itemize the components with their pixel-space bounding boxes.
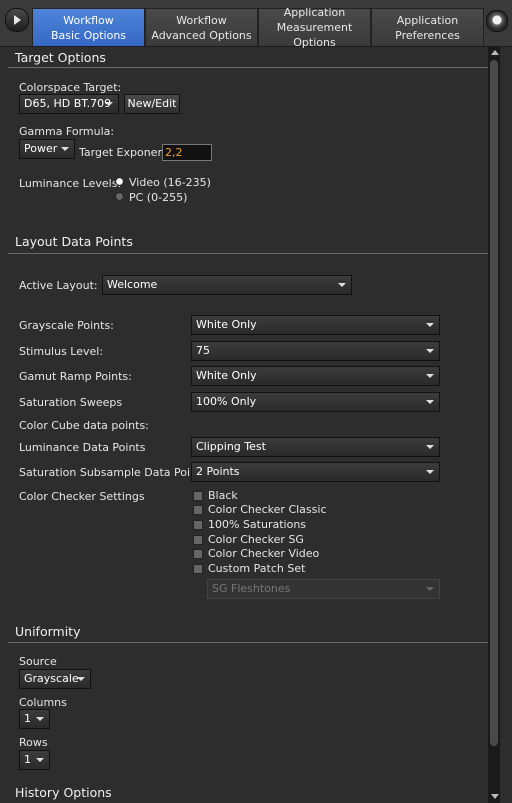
tab-bar: Workflow Basic Options Workflow Advanced… <box>0 0 512 49</box>
tab-application-preferences[interactable]: Application Preferences <box>371 8 484 46</box>
section-title-history-options: History Options <box>15 785 112 800</box>
chevron-down-icon <box>36 717 44 721</box>
gamut-ramp-points-dropdown[interactable]: White Only <box>191 366 440 386</box>
dropdown-value: 1 <box>24 753 31 766</box>
tab-line1: Application <box>396 13 459 27</box>
active-layout-dropdown[interactable]: Welcome <box>102 275 352 295</box>
source-dropdown[interactable]: Grayscale <box>19 669 91 689</box>
gamut-ramp-points-label: Gamut Ramp Points: <box>19 370 132 383</box>
radio-pc-label: PC (0-255) <box>129 191 188 204</box>
saturation-subsample-dropdown[interactable]: 2 Points <box>191 462 440 482</box>
scrollbar-thumb[interactable] <box>490 60 498 746</box>
dropdown-value: White Only <box>196 369 257 382</box>
dropdown-value: 100% Only <box>196 395 257 408</box>
stimulus-level-dropdown[interactable]: 75 <box>191 341 440 361</box>
dropdown-value: 1 <box>24 712 31 725</box>
luminance-data-points-label: Luminance Data Points <box>19 441 146 454</box>
checkbox-color-checker-sg-label: Color Checker SG <box>208 533 304 546</box>
grayscale-points-label: Grayscale Points: <box>19 319 114 332</box>
tab-line2: Measurement Options <box>276 21 353 49</box>
rows-label: Rows <box>19 736 48 749</box>
checkbox-black-label: Black <box>208 489 238 502</box>
active-layout-label: Active Layout: <box>19 279 98 292</box>
target-exponent-field[interactable]: 2,2 <box>162 144 212 161</box>
scroll-up-arrow-icon[interactable] <box>491 50 499 55</box>
chevron-down-icon <box>105 102 113 106</box>
tab-line1: Workflow <box>176 13 227 27</box>
expand-arrow-icon[interactable] <box>5 8 29 32</box>
tab-workflow-basic-options[interactable]: Workflow Basic Options <box>32 8 145 46</box>
chevron-down-icon <box>36 758 44 762</box>
colorspace-target-dropdown[interactable]: D65, HD BT.709 <box>19 94 119 114</box>
section-divider <box>8 642 488 643</box>
chevron-down-icon <box>426 587 434 591</box>
checkbox-color-checker-video-label: Color Checker Video <box>208 547 320 560</box>
checkbox-100-saturations[interactable] <box>193 520 203 530</box>
chevron-down-icon <box>426 323 434 327</box>
chevron-down-icon <box>426 349 434 353</box>
tab-line2: Preferences <box>395 28 460 42</box>
checkbox-color-checker-classic[interactable] <box>193 505 203 515</box>
tab-line1: Application <box>283 6 346 19</box>
saturation-sweeps-dropdown[interactable]: 100% Only <box>191 392 440 412</box>
dropdown-value: Welcome <box>107 278 158 291</box>
section-title-layout-data-points: Layout Data Points <box>15 234 133 249</box>
checkbox-custom-patch-set-label: Custom Patch Set <box>208 562 306 575</box>
chevron-down-icon <box>426 470 434 474</box>
tab-line2: Basic Options <box>50 28 127 42</box>
dropdown-value: 75 <box>196 344 210 357</box>
luminance-levels-label: Luminance Levels: <box>19 177 122 190</box>
stimulus-level-label: Stimulus Level: <box>19 345 104 358</box>
checkbox-custom-patch-set[interactable] <box>193 564 203 574</box>
checkbox-color-checker-sg[interactable] <box>193 535 203 545</box>
new-edit-button[interactable]: New/Edit <box>124 94 180 114</box>
section-divider <box>8 67 488 68</box>
dropdown-value: 2 Points <box>196 465 240 478</box>
dropdown-value: D65, HD BT.709 <box>24 97 112 110</box>
saturation-sweeps-label: Saturation Sweeps <box>19 396 123 409</box>
columns-dropdown[interactable]: 1 <box>19 709 50 729</box>
tab-workflow-advanced-options[interactable]: Workflow Advanced Options <box>145 8 258 46</box>
chevron-down-icon <box>426 445 434 449</box>
radio-video-label: Video (16-235) <box>129 176 211 189</box>
pin-icon[interactable] <box>486 10 508 32</box>
checkbox-color-checker-video[interactable] <box>193 549 203 559</box>
section-title-uniformity: Uniformity <box>15 624 81 639</box>
chevron-down-icon <box>77 677 85 681</box>
color-checker-settings-label: Color Checker Settings <box>19 490 145 503</box>
source-label: Source <box>19 655 57 668</box>
gamma-formula-label: Gamma Formula: <box>19 125 115 138</box>
section-title-target-options: Target Options <box>15 50 106 65</box>
dropdown-value: SG Fleshtones <box>212 582 291 595</box>
grayscale-points-dropdown[interactable]: White Only <box>191 315 440 335</box>
dropdown-value: Power <box>24 142 58 155</box>
dropdown-value: White Only <box>196 318 257 331</box>
chevron-down-icon <box>426 374 434 378</box>
color-cube-label: Color Cube data points: <box>19 419 149 432</box>
section-divider <box>8 253 488 254</box>
custom-patch-set-dropdown[interactable]: SG Fleshtones <box>207 579 440 599</box>
tab-line2: Advanced Options <box>151 28 252 42</box>
dropdown-value: Clipping Test <box>196 440 266 453</box>
saturation-subsample-label: Saturation Subsample Data Points <box>19 466 208 479</box>
checkbox-black[interactable] <box>193 491 203 501</box>
chevron-down-icon <box>61 147 69 151</box>
tab-application-measurement-options[interactable]: Application Measurement Options <box>258 6 371 49</box>
columns-label: Columns <box>19 696 67 709</box>
target-exponent-label: Target Exponent <box>79 146 169 159</box>
dropdown-value: Grayscale <box>24 672 79 685</box>
radio-pc[interactable] <box>115 192 124 201</box>
colorspace-target-label: Colorspace Target: <box>19 81 122 94</box>
chevron-down-icon <box>426 400 434 404</box>
tab-line1: Workflow <box>63 13 114 27</box>
rows-dropdown[interactable]: 1 <box>19 750 50 770</box>
checkbox-color-checker-classic-label: Color Checker Classic <box>208 503 327 516</box>
radio-video[interactable] <box>115 177 124 186</box>
chevron-down-icon <box>338 283 346 287</box>
luminance-data-points-dropdown[interactable]: Clipping Test <box>191 437 440 457</box>
checkbox-100-saturations-label: 100% Saturations <box>208 518 307 531</box>
gamma-formula-dropdown[interactable]: Power <box>19 139 75 159</box>
scroll-down-arrow-icon[interactable] <box>491 794 499 799</box>
